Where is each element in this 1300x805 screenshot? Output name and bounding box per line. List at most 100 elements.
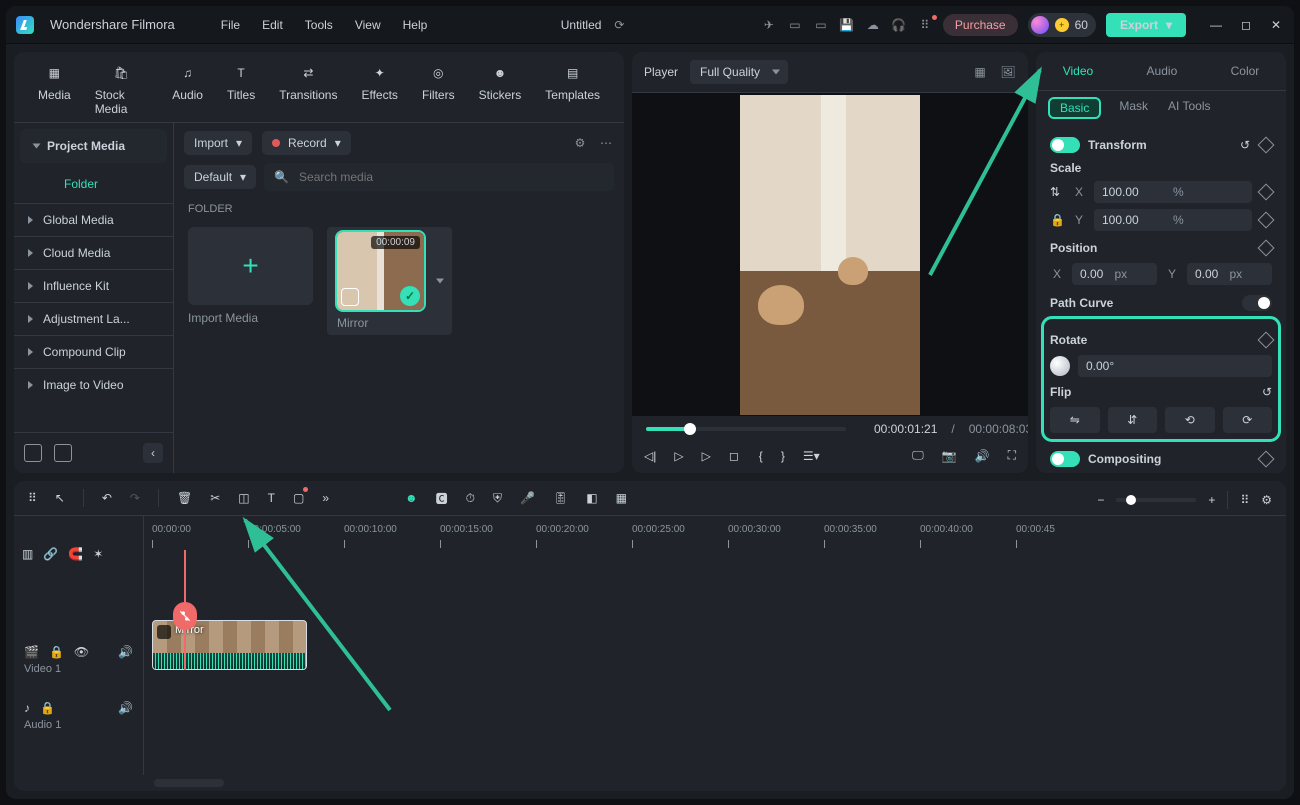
marker-list-icon[interactable]: ☰▾ <box>803 449 820 463</box>
sidenav-global-media[interactable]: Global Media <box>14 203 173 236</box>
sidenav-adjustment-layer[interactable]: Adjustment La... <box>14 302 173 335</box>
import-button[interactable]: Import▾ <box>184 131 252 155</box>
search-input[interactable]: 🔍 <box>264 163 614 191</box>
tab-stickers[interactable]: ☻Stickers <box>479 62 522 116</box>
track-head-video[interactable]: 🎬🔒👁🔊 Video 1 <box>14 632 143 688</box>
tab-audio[interactable]: ♫Audio <box>172 62 203 116</box>
color-icon[interactable]: ◧ <box>586 491 597 505</box>
quality-select[interactable]: Full Quality <box>690 60 788 84</box>
flip-horizontal-button[interactable]: ⇋ <box>1050 407 1100 433</box>
close-icon[interactable]: ✕ <box>1268 17 1284 33</box>
inspector-tab-video[interactable]: Video <box>1057 60 1099 82</box>
filter-icon[interactable]: ⚙ <box>572 135 588 151</box>
keyframe-rotate-icon[interactable] <box>1258 332 1275 349</box>
maximize-icon[interactable]: ◻ <box>1238 17 1254 33</box>
render-icon[interactable]: ▦ <box>616 491 627 505</box>
subtitle-icon[interactable]: 🅲 <box>436 490 448 507</box>
timeline-ruler[interactable]: 00:00:00 00:00:05:00 00:00:10:00 00:00:1… <box>144 516 1286 550</box>
import-media-tile[interactable]: + Import Media <box>188 227 313 335</box>
inspector-tab-audio[interactable]: Audio <box>1141 60 1184 82</box>
snapshot-icon[interactable]: 📷 <box>942 449 957 463</box>
tab-titles[interactable]: TTitles <box>227 62 255 116</box>
menu-tools[interactable]: Tools <box>305 18 333 32</box>
fullscreen-icon[interactable]: ⛶ <box>1008 448 1016 463</box>
sidenav-compound-clip[interactable]: Compound Clip <box>14 335 173 368</box>
sync-icon[interactable]: ⟳ <box>611 17 627 33</box>
scale-y-input[interactable]: 100.00% <box>1094 209 1252 231</box>
reset-flip-icon[interactable]: ↺ <box>1262 385 1272 399</box>
tab-media[interactable]: ▦Media <box>38 62 71 116</box>
keyframe-position-icon[interactable] <box>1258 240 1275 257</box>
tl-snap-icon[interactable]: ✶ <box>93 547 103 561</box>
zoom-in-icon[interactable]: + <box>1208 493 1215 507</box>
playhead[interactable] <box>184 550 186 670</box>
rotate-cw-button[interactable]: ⟲ <box>1165 407 1215 433</box>
preview-canvas[interactable] <box>632 93 1028 416</box>
keyframe-compositing-icon[interactable] <box>1258 451 1275 468</box>
scrub-track[interactable] <box>646 427 846 431</box>
audio-mix-icon[interactable]: 🎚 <box>553 491 568 505</box>
record-button[interactable]: Record▾ <box>262 131 351 155</box>
new-folder-icon[interactable] <box>54 444 72 462</box>
playhead-scissors-icon[interactable] <box>173 602 197 630</box>
display-icon[interactable]: 🖵 <box>912 448 924 463</box>
clip-mirror-tile[interactable]: 00:00:09 ✓ Mirror <box>327 227 452 335</box>
rotate-input[interactable]: 0.00° <box>1078 355 1272 377</box>
scale-x-input[interactable]: 100.00% <box>1094 181 1252 203</box>
tl-pointer-icon[interactable]: ↖ <box>55 491 65 505</box>
pos-x-input[interactable]: 0.00px <box>1072 263 1157 285</box>
lock-icon[interactable]: 🔒 <box>1050 213 1064 227</box>
prev-frame-icon[interactable]: ◁| <box>644 449 656 463</box>
subtab-ai-tools[interactable]: AI Tools <box>1168 99 1210 117</box>
credits-pill[interactable]: + 60 <box>1028 13 1096 37</box>
link-icon[interactable]: ⇅ <box>1050 185 1064 199</box>
transform-toggle[interactable] <box>1050 137 1080 153</box>
timeline-view-icon[interactable]: ⠿ <box>1240 493 1249 507</box>
sidenav-image-to-video[interactable]: Image to Video <box>14 368 173 401</box>
tab-effects[interactable]: ✦Effects <box>361 62 397 116</box>
rotate-ccw-button[interactable]: ⟳ <box>1223 407 1273 433</box>
inspector-tab-color[interactable]: Color <box>1225 60 1266 82</box>
device-icon[interactable]: ▭ <box>787 17 803 33</box>
subtab-basic[interactable]: Basic <box>1050 99 1099 117</box>
play-back-icon[interactable]: ▷ <box>674 449 683 463</box>
ai-icon[interactable]: ☻ <box>405 491 418 505</box>
pos-y-input[interactable]: 0.00px <box>1187 263 1272 285</box>
save-icon[interactable]: 💾 <box>839 17 855 33</box>
headphones-icon[interactable]: 🎧 <box>891 17 907 33</box>
image-view-icon[interactable]: 🖼 <box>1000 64 1016 80</box>
play-icon[interactable]: ▷ <box>702 449 711 463</box>
timeline-clip-mirror[interactable]: Mirror <box>152 620 307 670</box>
reset-transform-icon[interactable]: ↺ <box>1240 138 1250 152</box>
zoom-out-icon[interactable]: − <box>1097 493 1104 507</box>
purchase-button[interactable]: Purchase <box>943 14 1018 36</box>
undo-icon[interactable]: ↶ <box>102 491 112 505</box>
collapse-sidenav-icon[interactable]: ‹ <box>143 443 163 463</box>
delete-icon[interactable]: 🗑 <box>177 491 192 505</box>
tl-magnet-icon[interactable]: 🧲 <box>68 547 83 561</box>
menu-help[interactable]: Help <box>403 18 428 32</box>
timeline-settings-icon[interactable]: ⚙ <box>1261 493 1272 507</box>
sort-select[interactable]: Default▾ <box>184 165 256 189</box>
compositing-toggle[interactable] <box>1050 451 1080 467</box>
sidenav-cloud-media[interactable]: Cloud Media <box>14 236 173 269</box>
cut-icon[interactable]: ✂ <box>210 491 220 505</box>
tab-transitions[interactable]: ⇄Transitions <box>279 62 337 116</box>
menu-file[interactable]: File <box>221 18 240 32</box>
mark-in-icon[interactable]: { <box>759 449 763 463</box>
cloud-icon[interactable]: ☁ <box>865 17 881 33</box>
crop-icon[interactable]: ◫ <box>238 491 249 505</box>
stop-icon[interactable]: ◻ <box>729 449 739 463</box>
tl-layout-icon[interactable]: ▥ <box>22 547 33 561</box>
marker-icon[interactable]: ▢ <box>293 491 304 505</box>
keyframe-scaley-icon[interactable] <box>1258 212 1275 229</box>
expand-icon[interactable]: » <box>322 491 329 505</box>
mic-icon[interactable]: 🎤 <box>520 491 535 505</box>
tl-apps-icon[interactable]: ⠿ <box>28 491 37 505</box>
redo-icon[interactable]: ↷ <box>130 491 140 505</box>
sidenav-influence-kit[interactable]: Influence Kit <box>14 269 173 302</box>
track-head-audio[interactable]: ♪🔒🔊 Audio 1 <box>14 688 143 744</box>
speed-icon[interactable]: ⏱ <box>466 491 475 506</box>
grid-view-icon[interactable]: ▦ <box>972 64 988 80</box>
apps-icon[interactable]: ⠿ <box>917 17 933 33</box>
